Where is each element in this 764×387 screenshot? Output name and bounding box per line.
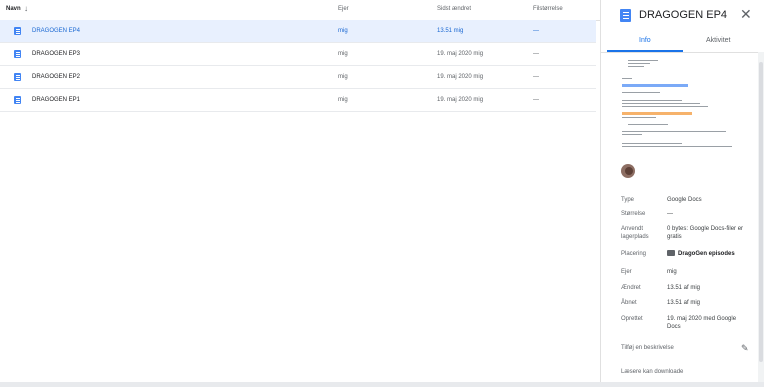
file-name: DRAGOGEN EP3 xyxy=(32,51,81,57)
header-size[interactable]: Filstørrelse xyxy=(533,6,563,12)
file-owner: mig xyxy=(338,97,348,103)
table-row[interactable]: DRAGOGEN EP4 mig 13.51 mig — xyxy=(0,20,596,43)
avatar xyxy=(621,164,635,178)
details-panel: DRAGOGEN EP4 ✕ Info Aktivitet Type Googl… xyxy=(600,0,764,387)
header-name[interactable]: Navn xyxy=(6,6,21,12)
bottom-scrollbar[interactable] xyxy=(0,382,764,387)
add-description-link[interactable]: Tilføj en beskrivelse xyxy=(621,344,674,352)
table-row[interactable]: DRAGOGEN EP3 mig 19. maj 2020 mig — xyxy=(0,43,596,66)
tab-info[interactable]: Info xyxy=(639,37,651,44)
doc-icon xyxy=(14,96,21,104)
file-owner: mig xyxy=(338,74,348,80)
header-modified[interactable]: Sidst ændret xyxy=(437,6,471,12)
detail-value-storage: 0 bytes: Google Docs-filer er gratis xyxy=(667,226,744,240)
tab-activity[interactable]: Aktivitet xyxy=(706,37,731,44)
file-owner: mig xyxy=(338,28,348,34)
file-size: — xyxy=(533,74,539,80)
file-modified: 19. maj 2020 mig xyxy=(437,51,484,57)
detail-label-modified: Ændret xyxy=(621,285,641,291)
panel-title: DRAGOGEN EP4 xyxy=(639,9,728,21)
list-header: Navn ↓ Ejer Sidst ændret Filstørrelse xyxy=(0,0,600,21)
file-size: — xyxy=(533,28,539,34)
detail-value-size: — xyxy=(667,211,673,217)
file-size: — xyxy=(533,51,539,57)
detail-label-type: Type xyxy=(621,197,635,203)
arrow-down-icon[interactable]: ↓ xyxy=(24,4,28,13)
detail-label-location: Placering xyxy=(621,251,647,257)
file-modified: 19. maj 2020 mig xyxy=(437,97,484,103)
document-preview[interactable] xyxy=(618,58,742,154)
detail-value-type: Google Docs xyxy=(667,197,702,203)
detail-value-location[interactable]: DragoGen episodes xyxy=(667,250,755,258)
detail-value-owner: mig xyxy=(667,269,677,275)
detail-value-modified: 13.51 af mig xyxy=(667,285,701,291)
file-name: DRAGOGEN EP1 xyxy=(32,97,81,103)
file-name: DRAGOGEN EP2 xyxy=(32,74,81,80)
detail-value-opened: 13.51 af mig xyxy=(667,300,701,306)
file-list: Navn ↓ Ejer Sidst ændret Filstørrelse DR… xyxy=(0,0,600,387)
pencil-icon[interactable]: ✎ xyxy=(741,343,749,354)
doc-icon xyxy=(620,9,631,22)
readers-download-setting[interactable]: Læsere kan downloade xyxy=(621,368,683,376)
detail-label-owner: Ejer xyxy=(621,269,632,275)
location-folder-name: DragoGen episodes xyxy=(678,251,735,257)
doc-icon xyxy=(14,73,21,81)
doc-icon xyxy=(14,50,21,58)
detail-label-opened: Åbnet xyxy=(621,300,637,306)
close-icon[interactable]: ✕ xyxy=(740,6,752,23)
detail-value-created: 19. maj 2020 med Google Docs xyxy=(667,316,737,330)
header-owner[interactable]: Ejer xyxy=(338,6,349,12)
file-name: DRAGOGEN EP4 xyxy=(32,28,81,34)
table-row[interactable]: DRAGOGEN EP1 mig 19. maj 2020 mig — xyxy=(0,89,596,112)
detail-label-created: Oprettet xyxy=(621,316,643,322)
file-modified: 13.51 mig xyxy=(437,28,464,34)
table-row[interactable]: DRAGOGEN EP2 mig 19. maj 2020 mig — xyxy=(0,66,596,89)
file-owner: mig xyxy=(338,51,348,57)
folder-icon xyxy=(667,250,675,256)
tab-divider xyxy=(601,52,761,53)
file-modified: 19. maj 2020 mig xyxy=(437,74,484,80)
file-size: — xyxy=(533,97,539,103)
detail-label-storage: Anvendt lagerplads xyxy=(621,226,649,240)
doc-icon xyxy=(14,27,21,35)
panel-scrollbar[interactable] xyxy=(758,52,764,382)
detail-label-size: Størrelse xyxy=(621,211,646,217)
